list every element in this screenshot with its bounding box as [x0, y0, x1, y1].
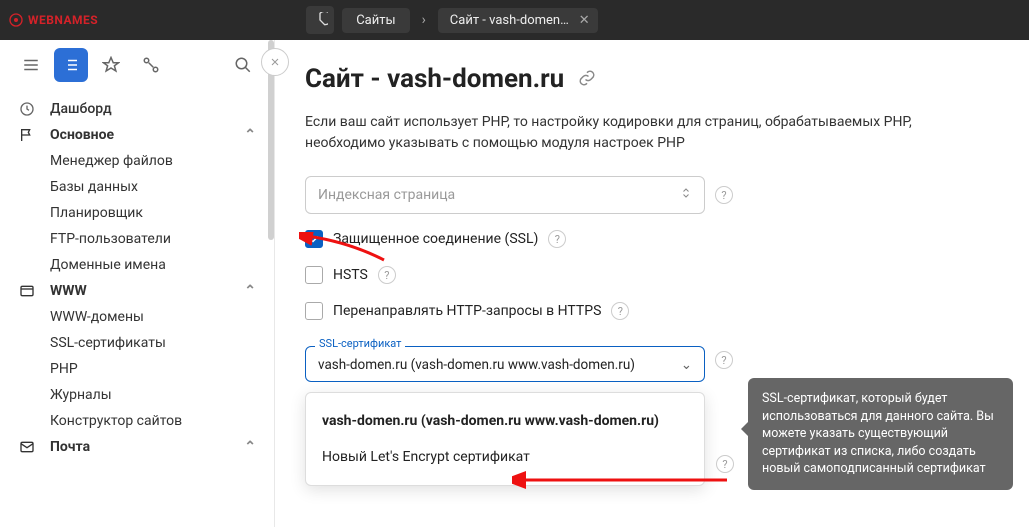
- mail-icon: [18, 439, 36, 455]
- hsts-checkbox[interactable]: [305, 266, 323, 284]
- search-icon: [234, 56, 252, 74]
- input-placeholder: Индексная страница: [318, 187, 455, 203]
- ssl-help-tooltip: SSL-сертификат, который будет использова…: [748, 378, 1013, 490]
- sidebar-item-db[interactable]: Базы данных: [0, 174, 274, 200]
- expand-icon[interactable]: [680, 186, 692, 204]
- redirect-checkbox-label: Перенаправлять HTTP-запросы в HTTPS: [333, 303, 601, 319]
- redirect-checkbox-row: Перенаправлять HTTP-запросы в HTTPS ?: [305, 302, 999, 320]
- sidebar-item-label: Конструктор сайтов: [50, 413, 182, 429]
- sidebar-item-label: Планировщик: [50, 205, 143, 221]
- page-title-row: Сайт - vash-domen.ru: [305, 64, 999, 94]
- ssl-cert-select[interactable]: SSL-сертификат vash-domen.ru (vash-domen…: [305, 346, 705, 382]
- sidebar-item-label: Менеджер файлов: [50, 153, 173, 169]
- help-button[interactable]: ?: [611, 302, 629, 320]
- sidebar-item-label: WWW-домены: [50, 309, 144, 325]
- logo[interactable]: WEBNAMES: [8, 12, 98, 28]
- favorites-button[interactable]: [94, 48, 128, 82]
- tab-current[interactable]: Сайт - vash-domen… ✕: [438, 8, 598, 33]
- sidebar-item-www-domains[interactable]: WWW-домены: [0, 304, 274, 330]
- sidebar-item-label: PHP: [50, 361, 78, 377]
- menu-button[interactable]: [14, 48, 48, 82]
- annotation-arrow-icon: [299, 232, 389, 268]
- help-button[interactable]: ?: [715, 351, 733, 369]
- hsts-checkbox-row: HSTS ?: [305, 266, 999, 284]
- index-page-field-row: Индексная страница ?: [305, 176, 999, 214]
- flag-icon: [18, 127, 36, 143]
- sidebar-item-label: Базы данных: [50, 179, 138, 195]
- sidebar-item-label: WWW: [50, 283, 87, 299]
- sidebar-toolbar: [0, 40, 274, 90]
- close-icon[interactable]: ✕: [579, 13, 590, 28]
- stats-tab[interactable]: [306, 6, 334, 34]
- chevron-down-icon: ⌄: [681, 357, 692, 373]
- page-title: Сайт - vash-domen.ru: [305, 64, 564, 94]
- dropdown-option[interactable]: vash-domen.ru (vash-domen.ru www.vash-do…: [306, 403, 704, 439]
- sidebar-item-logs[interactable]: Журналы: [0, 382, 274, 408]
- redirect-checkbox[interactable]: [305, 302, 323, 320]
- close-icon: [269, 56, 281, 68]
- pie-chart-icon: [312, 12, 328, 28]
- hsts-checkbox-label: HSTS: [333, 267, 368, 283]
- sidebar-group-main[interactable]: Основное ⌃: [0, 122, 274, 148]
- annotation-arrow-icon: [512, 465, 732, 495]
- page-description: Если ваш сайт использует PHP, то настрой…: [305, 112, 945, 154]
- ssl-checkbox-row: Защищенное соединение (SSL) ?: [305, 230, 999, 248]
- chevron-up-icon: ⌃: [244, 127, 256, 143]
- sidebar-item-label: Дашборд: [50, 101, 112, 117]
- collapse-sidebar-button[interactable]: [261, 48, 289, 76]
- select-legend: SSL-сертификат: [315, 337, 405, 350]
- sidebar-item-label: Почта: [50, 439, 90, 455]
- link-icon[interactable]: [578, 64, 596, 94]
- list-view-button[interactable]: [54, 48, 88, 82]
- search-button[interactable]: [226, 48, 260, 82]
- sidebar-item-ssl[interactable]: SSL-сертификаты: [0, 330, 274, 356]
- help-button[interactable]: ?: [548, 230, 566, 248]
- sidebar-item-label: SSL-сертификаты: [50, 335, 166, 351]
- sidebar-item-dashboard[interactable]: Дашборд: [0, 96, 274, 122]
- index-page-input[interactable]: Индексная страница: [305, 176, 705, 214]
- tab-sites[interactable]: Сайты: [342, 8, 409, 33]
- sidebar-nav: Дашборд Основное ⌃ Менеджер файлов Базы …: [0, 90, 274, 460]
- menu-icon: [22, 56, 40, 74]
- select-box[interactable]: vash-domen.ru (vash-domen.ru www.vash-do…: [305, 346, 705, 382]
- select-value: vash-domen.ru (vash-domen.ru www.vash-do…: [318, 357, 635, 373]
- ssl-cert-select-row: SSL-сертификат vash-domen.ru (vash-domen…: [305, 338, 999, 382]
- sidebar-item-files[interactable]: Менеджер файлов: [0, 148, 274, 174]
- globe-icon: [18, 283, 36, 299]
- sidebar-item-label: Основное: [50, 127, 114, 143]
- sidebar-item-label: Доменные имена: [50, 257, 166, 273]
- modules-button[interactable]: [134, 48, 168, 82]
- chevron-up-icon: ⌃: [244, 283, 256, 299]
- help-button[interactable]: ?: [715, 186, 733, 204]
- sidebar-item-label: FTP-пользователи: [50, 231, 171, 247]
- logo-text: WEBNAMES: [28, 13, 98, 27]
- top-bar: WEBNAMES Сайты › Сайт - vash-domen… ✕: [0, 0, 1029, 40]
- chevron-up-icon: ⌃: [244, 439, 256, 455]
- help-button[interactable]: ?: [378, 266, 396, 284]
- sidebar-item-ftp[interactable]: FTP-пользователи: [0, 226, 274, 252]
- logo-icon: [8, 12, 24, 28]
- sidebar-group-mail[interactable]: Почта ⌃: [0, 434, 274, 460]
- sidebar-group-www[interactable]: WWW ⌃: [0, 278, 274, 304]
- tab-current-label: Сайт - vash-domen…: [450, 13, 569, 28]
- sidebar-item-builder[interactable]: Конструктор сайтов: [0, 408, 274, 434]
- sidebar-item-scheduler[interactable]: Планировщик: [0, 200, 274, 226]
- modules-icon: [142, 56, 160, 74]
- list-icon: [62, 56, 80, 74]
- sidebar-item-domains[interactable]: Доменные имена: [0, 252, 274, 278]
- breadcrumb-arrow-icon: ›: [418, 12, 430, 28]
- sidebar-item-label: Журналы: [50, 387, 112, 403]
- star-icon: [102, 56, 120, 74]
- sidebar: Дашборд Основное ⌃ Менеджер файлов Базы …: [0, 40, 275, 527]
- dashboard-icon: [18, 101, 36, 117]
- sidebar-item-php[interactable]: PHP: [0, 356, 274, 382]
